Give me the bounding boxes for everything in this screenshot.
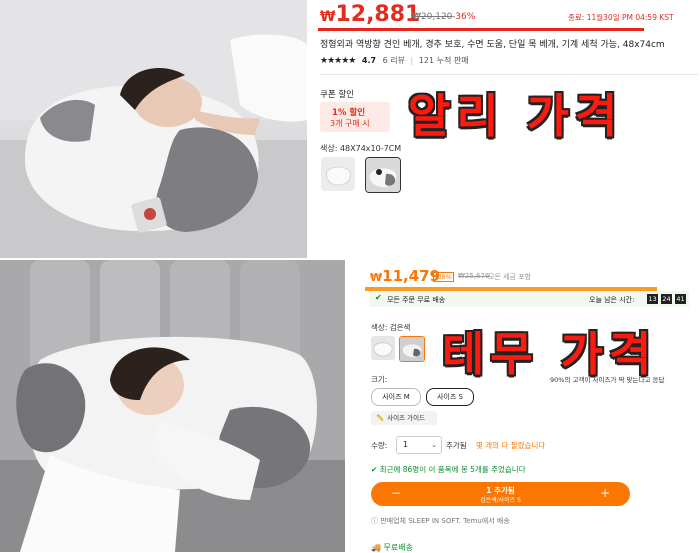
star-rating-icon: ★★★★★ [320,56,356,66]
free-shipping-bar: ✔ 모든 주문 무료 배송 오늘 남은 시간: 13 24 41 [369,291,689,307]
coupon-label: 쿠폰 할인 [320,90,354,100]
temu-price-overlay-caption: 테무 가격 [442,327,658,381]
recent-cart-text: 최근에 86명이 이 품목에 봉 5개를 주었습니다 [379,465,526,474]
ali-review-count[interactable]: 6 리뷰 [383,56,405,65]
info-icon: ⓘ [371,517,381,525]
ali-price-overlay-caption: 알리 가격 [408,89,624,143]
temu-product-photo [0,260,345,552]
coupon-card[interactable]: 1% 할인 3개 구매 시 [320,102,390,132]
truck-icon: 🚚 [371,543,384,552]
coupon-discount: 1% 할인 [332,108,366,118]
temu-tax-note: 모든 세금 포함 [488,273,532,281]
temu-price: ₩11,479 [370,267,440,285]
countdown-hours: 13 [647,294,658,304]
pillow-thumbnail-icon [371,336,395,360]
ali-product-title[interactable]: 정형외과 역방향 견인 베개, 경추 보호, 수면 도움, 단일 목 베개, 기… [320,37,665,50]
ali-color-swatch-2[interactable] [365,157,401,193]
seller-note: ⓘ 판매업체 SLEEP IN SOFT. Temu에서 배송 [371,516,510,526]
add-to-cart-button[interactable]: − 1 추가됨 검은색/사이즈 S + [371,482,630,506]
ali-rating-value: 4.7 [361,56,377,65]
ali-price-underline [318,28,644,31]
countdown-minutes: 24 [661,294,672,304]
time-left-label: 오늘 남은 시간: [589,296,635,304]
ali-color-label: 색상: 48X74x10-7CM [320,144,402,153]
chevron-down-icon: ⌄ [431,441,437,449]
size-guide-button[interactable]: 📏 사이즈 가이드 [371,411,437,425]
ali-sold-count: 121 누적 판매 [418,56,469,65]
plus-icon[interactable]: + [600,486,610,500]
add-to-cart-sub-label: 검은색/사이즈 S [480,497,521,504]
quantity-label: 수량: [371,441,388,450]
size-option-s[interactable]: 사이즈 S [426,388,474,406]
free-shipping-label: 무료배송 [383,543,413,552]
quantity-select[interactable]: 1 ⌄ [396,436,442,454]
ali-photo-illustration [0,0,307,258]
temu-price-value: 11,479 [382,267,441,285]
temu-color-label: 색상: 검은색 [371,323,411,332]
temu-size-label: 크기: [371,375,388,384]
coupon-condition: 3개 구매 시 [330,119,370,128]
temu-original-price: ₩25,676 [458,272,490,280]
free-shipping-all-text: 모든 주문 무료 배송 [387,296,446,304]
pillow-thumbnail-icon [366,158,400,192]
ali-price-symbol: ₩ [320,9,336,25]
ali-rating-row: ★★★★★ 4.7 6 리뷰 | 121 누적 판매 [320,55,469,66]
ali-color-swatch-1[interactable] [321,157,355,191]
ali-product-photo [0,0,307,258]
quantity-value: 1 [403,440,409,449]
ali-price: ₩12,881 [320,2,420,27]
ali-original-price: ₩20,120 [412,12,453,22]
ali-discount: -36% [452,12,476,22]
ruler-icon: 📏 [376,414,385,422]
temu-color-swatch-black[interactable] [399,336,425,362]
temu-price-symbol: ₩ [370,271,383,284]
countdown-seconds: 41 [675,294,686,304]
seller-note-text: 판매업체 SLEEP IN SOFT. Temu에서 배송 [380,517,510,525]
check-icon: ✔ [375,293,382,302]
ali-price-value: 12,881 [335,2,421,27]
ali-promo-end-time: 종료: 11월30일 PM 04:59 KST [568,13,674,22]
size-option-m[interactable]: 사이즈 M [371,388,421,406]
check-icon: ✔ [371,465,380,474]
low-stock-warning: 몇 개의 다 팔렸습니다 [476,441,546,450]
pillow-thumbnail-icon [400,337,424,361]
divider [320,74,698,75]
pillow-thumbnail-icon [321,157,355,191]
temu-photo-illustration [0,260,345,552]
recent-cart-note: ✔ 최근에 86명이 이 품목에 봉 5개를 주었습니다 [371,464,526,475]
separator: | [410,56,414,65]
temu-discount-badge: -38% [433,272,454,282]
temu-color-swatch-white[interactable] [371,336,395,360]
size-guide-label: 사이즈 가이드 [387,414,426,422]
free-shipping-row[interactable]: 🚚 무료배송 [371,542,413,553]
added-label: 추가됨 [446,441,467,450]
